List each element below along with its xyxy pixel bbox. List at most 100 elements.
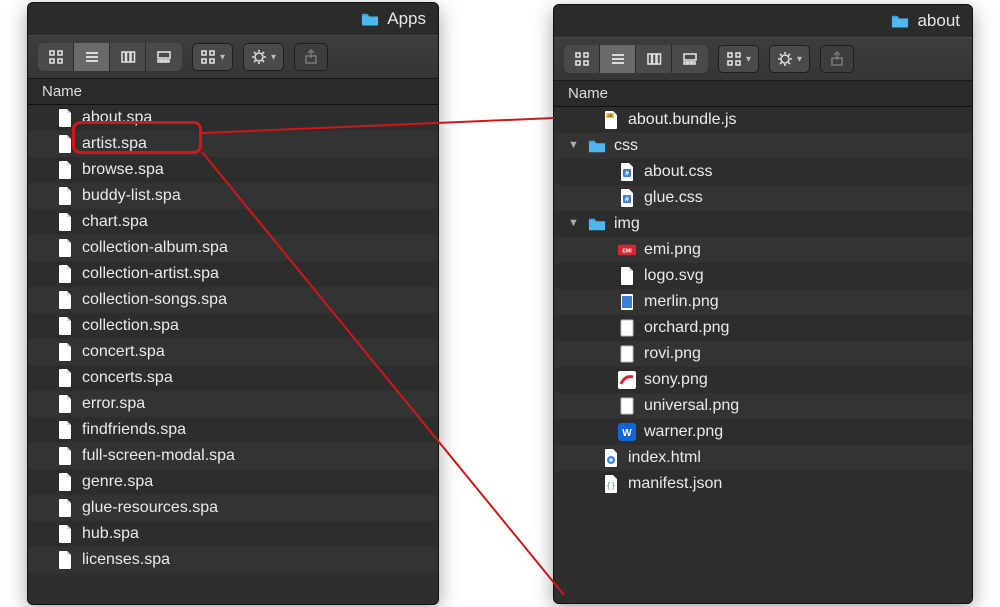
column-header-label: Name	[42, 83, 82, 100]
svg-text:#: #	[625, 171, 629, 178]
list-item[interactable]: concert.spa	[28, 339, 438, 365]
column-header[interactable]: Name	[554, 81, 972, 107]
file-name: about.css	[644, 163, 712, 181]
finder-window-apps: Apps ▾ ▾ Name about.spaartist.	[27, 2, 439, 605]
list-item[interactable]: EMI emi.png	[554, 237, 972, 263]
list-item[interactable]: artist.spa	[28, 131, 438, 157]
doc-icon	[56, 446, 74, 466]
share-button[interactable]	[294, 43, 328, 71]
view-icons-button[interactable]	[564, 45, 600, 73]
chevron-down-icon: ▾	[271, 52, 276, 63]
folder-icon	[588, 214, 606, 234]
list-item[interactable]: ▼css	[554, 133, 972, 159]
file-name: rovi.png	[644, 345, 701, 363]
file-name: sony.png	[644, 371, 708, 389]
list-item[interactable]: logo.svg	[554, 263, 972, 289]
list-item[interactable]: # about.css	[554, 159, 972, 185]
svg-text:#: #	[625, 197, 629, 204]
list-item[interactable]: rovi.png	[554, 341, 972, 367]
list-item[interactable]: glue-resources.spa	[28, 495, 438, 521]
folder-icon	[588, 136, 606, 156]
list-item[interactable]: collection.spa	[28, 313, 438, 339]
file-name: logo.svg	[644, 267, 704, 285]
file-name: concert.spa	[82, 343, 165, 361]
view-list-button[interactable]	[74, 43, 110, 71]
list-item[interactable]: sony.png	[554, 367, 972, 393]
chrome-icon	[602, 448, 620, 468]
list-item[interactable]: genre.spa	[28, 469, 438, 495]
img-blue-icon	[618, 292, 636, 312]
file-name: findfriends.spa	[82, 421, 186, 439]
file-name: genre.spa	[82, 473, 153, 491]
doc-icon	[56, 342, 74, 362]
doc-icon	[56, 108, 74, 128]
list-item[interactable]: collection-artist.spa	[28, 261, 438, 287]
emi-icon: EMI	[618, 240, 636, 260]
file-name: img	[614, 215, 640, 233]
list-item[interactable]: JSabout.bundle.js	[554, 107, 972, 133]
list-item[interactable]: about.spa	[28, 105, 438, 131]
list-item[interactable]: Wwarner.png	[554, 419, 972, 445]
share-button[interactable]	[820, 45, 854, 73]
list-item[interactable]: collection-album.spa	[28, 235, 438, 261]
view-list-button[interactable]	[600, 45, 636, 73]
file-list[interactable]: about.spa artist.spa browse.spabuddy-list.…	[28, 105, 438, 604]
list-item[interactable]: collection-songs.spa	[28, 287, 438, 313]
file-name: collection-artist.spa	[82, 265, 219, 283]
doc-icon	[56, 316, 74, 336]
titlebar[interactable]: about	[554, 5, 972, 37]
action-button[interactable]: ▾	[243, 43, 284, 71]
disclosure-triangle-icon[interactable]: ▼	[568, 139, 580, 151]
list-item[interactable]: error.spa	[28, 391, 438, 417]
svg-text:{}: {}	[606, 481, 616, 490]
file-name: merlin.png	[644, 293, 719, 311]
list-item[interactable]: {} manifest.json	[554, 471, 972, 497]
doc-icon	[618, 266, 636, 286]
folder-icon	[361, 12, 379, 26]
view-gallery-button[interactable]	[672, 45, 708, 73]
list-item[interactable]: ▼ img	[554, 211, 972, 237]
view-mode-group	[564, 45, 708, 73]
img-white-icon	[618, 318, 636, 338]
doc-icon	[56, 420, 74, 440]
column-header[interactable]: Name	[28, 79, 438, 105]
doc-icon	[56, 264, 74, 284]
list-item[interactable]: merlin.png	[554, 289, 972, 315]
list-item[interactable]: orchard.png	[554, 315, 972, 341]
list-item[interactable]: #glue.css	[554, 185, 972, 211]
arrange-button[interactable]: ▾	[718, 45, 759, 73]
list-item[interactable]: licenses.spa	[28, 547, 438, 573]
file-name: emi.png	[644, 241, 701, 259]
json-icon: {}	[602, 474, 620, 494]
action-button[interactable]: ▾	[769, 45, 810, 73]
disclosure-triangle-icon[interactable]: ▼	[568, 217, 580, 229]
list-item[interactable]: universal.png	[554, 393, 972, 419]
file-name: glue-resources.spa	[82, 499, 218, 517]
view-gallery-button[interactable]	[146, 43, 182, 71]
file-list[interactable]: JSabout.bundle.js▼css # about.css #glue.css…	[554, 107, 972, 603]
file-name: artist.spa	[82, 135, 147, 153]
svg-text:W: W	[622, 428, 632, 439]
list-item[interactable]: chart.spa	[28, 209, 438, 235]
file-name: collection-songs.spa	[82, 291, 227, 309]
list-item[interactable]: concerts.spa	[28, 365, 438, 391]
titlebar[interactable]: Apps	[28, 3, 438, 35]
doc-icon	[56, 550, 74, 570]
list-item[interactable]: buddy-list.spa	[28, 183, 438, 209]
doc-icon	[56, 498, 74, 518]
finder-window-about: about ▾ ▾ Name JSabout.bundle.	[553, 4, 973, 604]
file-name: chart.spa	[82, 213, 148, 231]
arrange-button[interactable]: ▾	[192, 43, 233, 71]
view-columns-button[interactable]	[110, 43, 146, 71]
list-item[interactable]: index.html	[554, 445, 972, 471]
file-name: manifest.json	[628, 475, 722, 493]
file-name: concerts.spa	[82, 369, 173, 387]
view-columns-button[interactable]	[636, 45, 672, 73]
doc-icon	[56, 186, 74, 206]
list-item[interactable]: findfriends.spa	[28, 417, 438, 443]
list-item[interactable]: browse.spa	[28, 157, 438, 183]
img-white-icon	[618, 344, 636, 364]
list-item[interactable]: full-screen-modal.spa	[28, 443, 438, 469]
view-icons-button[interactable]	[38, 43, 74, 71]
list-item[interactable]: hub.spa	[28, 521, 438, 547]
